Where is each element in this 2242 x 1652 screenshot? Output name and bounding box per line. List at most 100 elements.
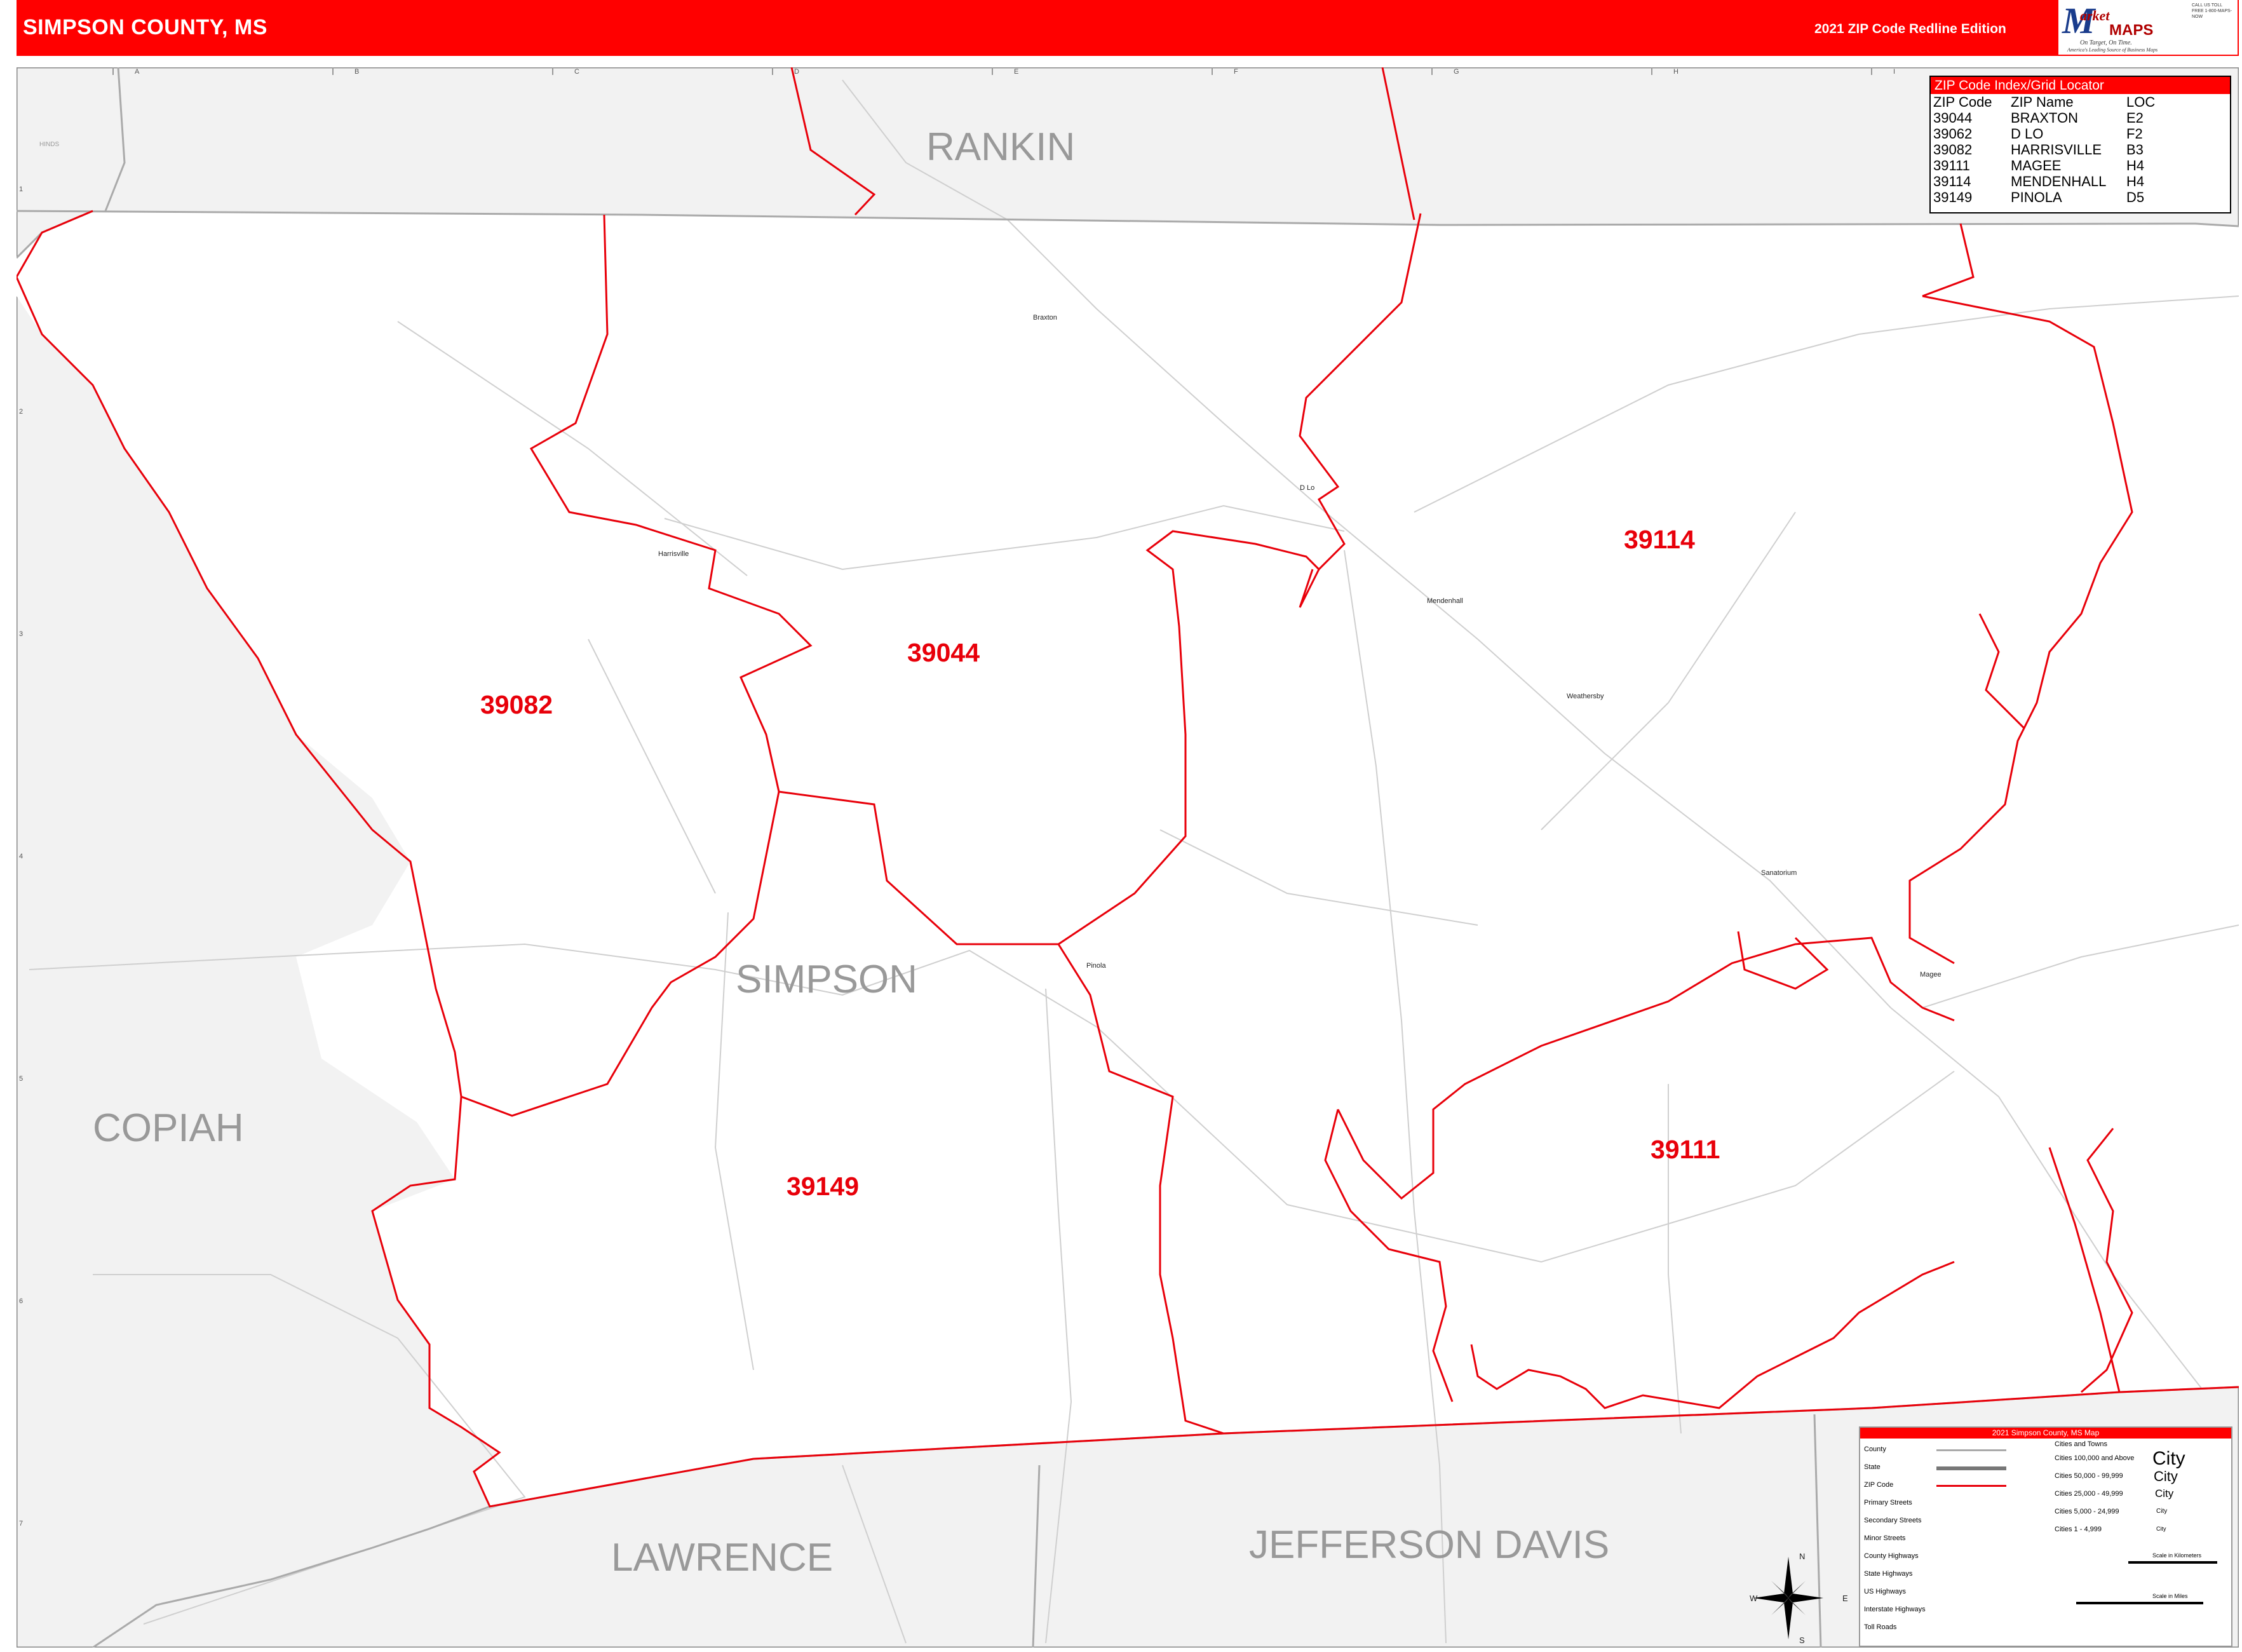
town-label-weathersby: Weathersby: [1567, 693, 1604, 700]
grid-row-label: 3: [19, 630, 24, 638]
legend-city-range: Cities 1 - 4,999: [2055, 1526, 2102, 1533]
grid-row-label: 7: [19, 1520, 24, 1527]
index-name: PINOLA: [2011, 189, 2062, 205]
grid-col-label: G: [1454, 68, 1459, 76]
county-label-rankin: RANKIN: [926, 125, 1076, 169]
index-header-zip: ZIP Code: [1933, 94, 1992, 110]
legend-item: US Highways: [1864, 1588, 1907, 1595]
town-label-mendenhall: Mendenhall: [1427, 597, 1463, 605]
legend-city-range: Cities 5,000 - 24,999: [2055, 1508, 2119, 1515]
grid-row-label: 2: [19, 408, 24, 416]
grid-col-label: A: [135, 68, 140, 76]
compass-w: W: [1750, 1594, 1758, 1603]
scale-bar-km: [2128, 1561, 2217, 1564]
zip-index-row: 39149 PINOLA D5: [1931, 189, 2230, 205]
legend-item: Primary Streets: [1864, 1499, 1912, 1506]
legend-zip-line: [1936, 1485, 2006, 1487]
legend-item: County: [1864, 1446, 1886, 1453]
legend-state-line: [1936, 1466, 2006, 1470]
county-label-hinds: HINDS: [39, 141, 60, 148]
index-name: MAGEE: [2011, 158, 2062, 173]
grid-col-label: E: [1014, 68, 1019, 76]
grid-row-label: 1: [19, 186, 24, 193]
logo-maps: MAPS: [2109, 22, 2154, 39]
legend-city-range: Cities 50,000 - 99,999: [2055, 1472, 2123, 1480]
zip-index-row: 39082 HARRISVILLE B3: [1931, 142, 2230, 158]
legend-item: Minor Streets: [1864, 1534, 1906, 1542]
logo-tagline: On Target, On Time.: [2080, 39, 2132, 46]
index-zip: 39111: [1933, 158, 1970, 173]
map-frame: RANKIN SIMPSON COPIAH LAWRENCE JEFFERSON…: [17, 67, 2239, 1648]
town-label-braxton: Braxton: [1033, 314, 1057, 322]
zip-index-row: 39114 MENDENHALL H4: [1931, 173, 2230, 189]
legend-scale-mi: Scale in Miles: [2152, 1593, 2188, 1599]
grid-col-label: B: [355, 68, 360, 76]
legend-city-label: City: [2156, 1526, 2166, 1532]
index-loc: E2: [2126, 110, 2144, 126]
index-name: D LO: [2011, 126, 2044, 142]
grid-col-label: H: [1673, 68, 1678, 76]
town-label-sanatorium: Sanatorium: [1761, 869, 1797, 877]
town-label-pinola: Pinola: [1086, 962, 1106, 970]
zip-index-header-row: ZIP Code ZIP Name LOC: [1931, 94, 2230, 110]
market-maps-logo: M arket MAPS On Target, On Time. America…: [2058, 0, 2189, 55]
legend-item: Secondary Streets: [1864, 1517, 1922, 1524]
header-bar: SIMPSON COUNTY, MS 2021 ZIP Code Redline…: [17, 0, 2239, 56]
grid-col-label: C: [574, 68, 579, 76]
legend-item: State: [1864, 1463, 1881, 1471]
map-legend: 2021 Simpson County, MS Map County State…: [1859, 1426, 2232, 1647]
legend-item: ZIP Code: [1864, 1481, 1894, 1489]
legend-item: County Highways: [1864, 1552, 1919, 1560]
county-label-jefferson-davis: JEFFERSON DAVIS: [1249, 1523, 1610, 1567]
compass-s: S: [1799, 1635, 1805, 1645]
edition-label: 2021 ZIP Code Redline Edition: [1814, 22, 2006, 36]
index-loc: F2: [2126, 126, 2143, 142]
compass-rose-icon: [1753, 1557, 1823, 1639]
legend-city-label: City: [2152, 1448, 2185, 1469]
legend-item: Interstate Highways: [1864, 1606, 1926, 1613]
logo-word: arket: [2080, 8, 2110, 24]
index-name: MENDENHALL: [2011, 173, 2107, 189]
town-label-magee: Magee: [1920, 971, 1941, 978]
scale-bar-mi: [2076, 1602, 2203, 1604]
index-zip: 39082: [1933, 142, 1973, 158]
zip-index-row: 39062 D LO F2: [1931, 126, 2230, 142]
legend-item: Toll Roads: [1864, 1623, 1897, 1631]
index-loc: H4: [2126, 158, 2145, 173]
county-label-simpson: SIMPSON: [736, 958, 917, 1001]
county-label-lawrence: LAWRENCE: [611, 1536, 834, 1580]
legend-city-label: City: [2155, 1487, 2174, 1500]
index-zip: 39114: [1933, 173, 1971, 189]
zip-index-table: ZIP Code Index/Grid Locator ZIP Code ZIP…: [1929, 76, 2231, 213]
grid-col-label: I: [1893, 68, 1896, 76]
zip-label: 39082: [480, 690, 553, 719]
map-title: SIMPSON COUNTY, MS: [23, 15, 267, 39]
grid-row-label: 4: [19, 853, 24, 860]
legend-item: State Highways: [1864, 1570, 1913, 1578]
map-canvas: [17, 67, 2239, 1648]
legend-county-line: [1936, 1449, 2006, 1451]
grid-row-label: 6: [19, 1297, 24, 1305]
contact-box: CALL US TOLL FREE 1-800-MAPS-NOW: [2189, 0, 2238, 55]
zip-label: 39111: [1651, 1135, 1720, 1164]
index-loc: D5: [2126, 189, 2145, 205]
index-loc: H4: [2126, 173, 2145, 189]
zip-label: 39114: [1624, 525, 1695, 554]
legend-city-range: Cities 100,000 and Above: [2055, 1454, 2135, 1462]
legend-city-range: Cities 25,000 - 49,999: [2055, 1490, 2123, 1498]
legend-city-label: City: [2154, 1468, 2178, 1484]
legend-scale-km: Scale in Kilometers: [2152, 1552, 2202, 1559]
logo-tagline2: America's Leading Source of Business Map…: [2067, 47, 2158, 53]
zip-index-title: ZIP Code Index/Grid Locator: [1931, 77, 2230, 94]
legend-cities-title: Cities and Towns: [2055, 1440, 2107, 1448]
county-label-copiah: COPIAH: [93, 1106, 244, 1150]
index-name: BRAXTON: [2011, 110, 2078, 126]
legend-title: 2021 Simpson County, MS Map: [1860, 1428, 2231, 1439]
zip-label: 39044: [907, 638, 980, 667]
compass-n: N: [1799, 1552, 1806, 1561]
zip-label: 39149: [787, 1172, 860, 1201]
grid-col-label: D: [794, 68, 799, 76]
town-label-harrisville: Harrisville: [658, 550, 689, 558]
compass-e: E: [1842, 1594, 1848, 1603]
index-zip: 39044: [1933, 110, 1973, 126]
